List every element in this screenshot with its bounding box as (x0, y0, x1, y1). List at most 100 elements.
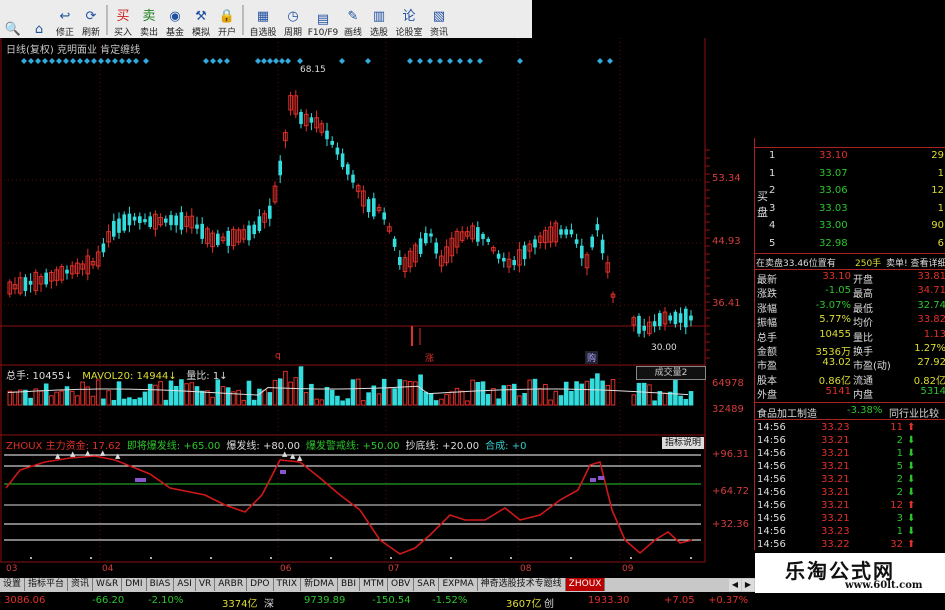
volume-bar (605, 384, 611, 406)
stat-key: 内盘 (853, 390, 873, 402)
tab-18[interactable]: ZHOUX (565, 578, 606, 591)
volume-bar (293, 377, 299, 406)
order-book-row[interactable]: 5 32.98 6 (755, 236, 945, 253)
tab-10[interactable]: TRIX (274, 578, 302, 591)
order-book-row[interactable]: 4 33.00 90 (755, 218, 945, 235)
stat-value: -3.07% (815, 299, 851, 311)
tab-13[interactable]: MTM (360, 578, 389, 591)
tab-6[interactable]: ASI (174, 578, 196, 591)
tab-5[interactable]: BIAS (147, 578, 175, 591)
toolbar-button-3[interactable]: ↩ 修正 (52, 2, 78, 38)
book-volume: 29 (931, 150, 944, 161)
candle-body (429, 233, 433, 237)
volume-bar (553, 390, 559, 406)
toolbar-button-label: 买入 (113, 28, 132, 38)
book-price: 33.00 (819, 220, 848, 231)
indicator-item: 主力资金: 17.62 (46, 441, 121, 452)
volume-indicator-button[interactable]: 成交量2 (636, 366, 706, 380)
tab-scroll-right[interactable]: ▶ (742, 579, 754, 591)
toolbar-button-4[interactable]: ⟳ 刷新 (78, 2, 104, 38)
toolbar-button-2[interactable]: ⌂ (26, 2, 52, 38)
event-marker-gou[interactable]: 购 (585, 351, 599, 364)
toolbar-button-9[interactable]: 🔒 开户 (214, 2, 240, 38)
sector-compare[interactable]: 同行业比较 (889, 405, 939, 420)
toolbar-button-6[interactable]: 卖卖出 (136, 2, 162, 38)
toolbar-button-12[interactable]: ▤ F10/F9 (306, 2, 340, 38)
month-label: 04 (102, 564, 114, 574)
order-book-row[interactable]: 1 33.07 1 (755, 166, 945, 183)
search-icon: 🔍 (4, 22, 22, 37)
signal-diamond-icon (56, 58, 62, 64)
tab-12[interactable]: BBI (338, 578, 360, 591)
tab-14[interactable]: OBV (388, 578, 415, 591)
book-level: 1 (769, 167, 776, 179)
toolbar-button-label: 周期 (283, 28, 302, 38)
stat-value: 1.27% (914, 343, 945, 354)
toolbar-button-7[interactable]: ◉ 基金 (162, 2, 188, 38)
tab-15[interactable]: SAR (414, 578, 440, 591)
tick-volume: 2 (896, 435, 903, 446)
volume-bar (485, 394, 491, 406)
indicator-help-button[interactable]: 指标说明 (662, 437, 704, 449)
tab-8[interactable]: ARBR (215, 578, 248, 591)
toolbar-button-16[interactable]: ▧ 资讯 (426, 2, 452, 38)
signal-diamond-icon (77, 58, 83, 64)
tab-16[interactable]: EXPMA (439, 578, 478, 591)
indicator-dot (630, 557, 632, 559)
tab-17[interactable]: 神奇选股技术专题线 (478, 578, 566, 591)
order-book-row[interactable]: 1 33.10 29 (755, 148, 945, 165)
toolbar-button-15[interactable]: 论论股室 (392, 2, 426, 38)
candle-body (309, 117, 314, 123)
volume-bar (506, 385, 512, 406)
sz-index: 9739.89 (304, 595, 346, 606)
volume-bar (309, 383, 314, 406)
volume-bar (324, 386, 330, 406)
tab-2[interactable]: 资讯 (68, 578, 94, 591)
tab-scroll-left[interactable]: ◀ (729, 579, 741, 591)
volume-bar (340, 400, 345, 406)
event-marker-q[interactable]: q (275, 351, 281, 361)
candle-body (434, 242, 438, 254)
indicator-header: ZHOUX 主力资金: 17.62 即将爆发线: +65.00 爆发线: +80.0… (6, 437, 532, 452)
volume-bar (366, 392, 371, 406)
candle-body (522, 245, 527, 260)
book-volume: 1 (937, 167, 944, 179)
sector-row[interactable]: 食品加工制造 -3.38% 同行业比较 (755, 403, 945, 420)
tab-4[interactable]: DMI (122, 578, 147, 591)
volume-bar (194, 386, 200, 406)
indicator-item-label: 主力资金: (45, 441, 89, 452)
tab-1[interactable]: 指标平台 (25, 578, 69, 591)
indicator-item-value: +20.00 (442, 441, 480, 452)
sh-amount: 3374亿 (222, 599, 258, 610)
toolbar-button-1[interactable]: 🔍 (0, 2, 26, 38)
order-book-row[interactable]: 2 33.06 12 (755, 183, 945, 200)
candle-body (252, 224, 256, 235)
tab-3[interactable]: W&R (93, 578, 123, 591)
signal-diamond-icon (91, 58, 97, 64)
candle-body (574, 239, 579, 244)
toolbar-button-14[interactable]: ▥ 选股 (366, 2, 392, 38)
event-marker-zhang[interactable]: 涨 (425, 351, 434, 364)
signal-diamond-icon (35, 58, 41, 64)
stat-row: 外盘 5141 内盘 5314 (755, 384, 945, 401)
order-book-row[interactable]: 3 33.03 1 (755, 201, 945, 218)
tab-7[interactable]: VR (196, 578, 216, 591)
volume-bar (527, 379, 533, 406)
toolbar-button-8[interactable]: ⚒ 模拟 (188, 2, 214, 38)
book-level: 1 (769, 150, 776, 161)
tab-11[interactable]: 新DMA (301, 578, 338, 591)
tab-9[interactable]: DPO (247, 578, 274, 591)
toolbar-button-11[interactable]: ◷ 周期 (280, 2, 306, 38)
volume-bar (12, 391, 18, 406)
tab-0[interactable]: 设置 (0, 578, 26, 591)
signal-diamond-icon (285, 58, 291, 64)
stat-value: 33.82 (917, 314, 945, 326)
toolbar-button-13[interactable]: ✎ 画线 (340, 2, 366, 38)
toolbar-button-10[interactable]: ▦ 自选股 (246, 2, 280, 38)
month-label: 08 (520, 564, 532, 574)
volume-bar (23, 389, 28, 406)
arrow-up-icon: ⬆ (907, 539, 916, 550)
month-label: 09 (622, 564, 634, 574)
volume-bar (345, 398, 351, 406)
toolbar-button-5[interactable]: 买买入 (110, 2, 136, 38)
